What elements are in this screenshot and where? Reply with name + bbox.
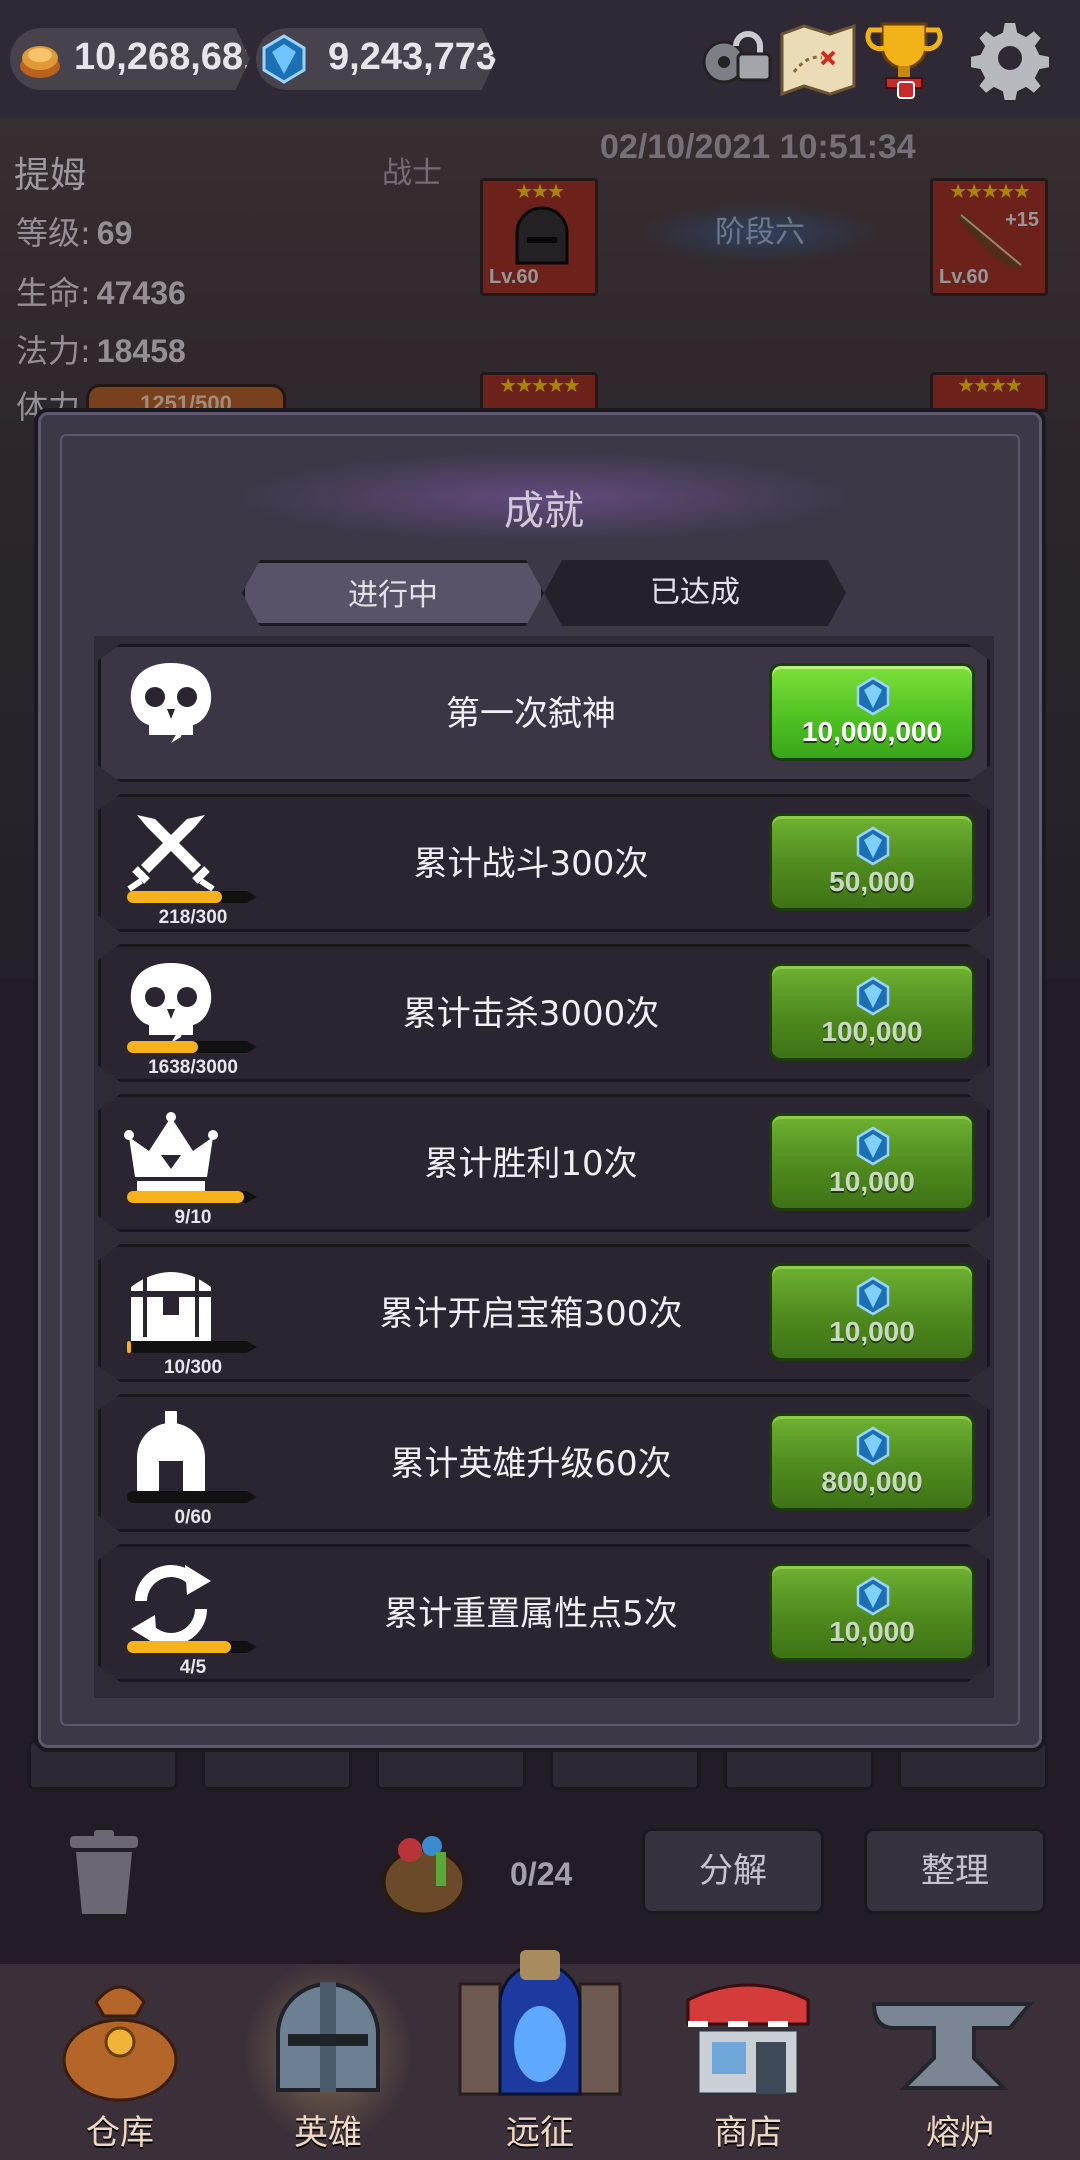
progress-fill xyxy=(127,1641,231,1653)
achievement-label: 累计开启宝箱300次 xyxy=(379,1294,683,1334)
achievement-label: 累计英雄升级60次 xyxy=(390,1444,672,1484)
nav-expedition-label: 远征 xyxy=(506,2113,574,2153)
progress-bar xyxy=(127,1491,257,1503)
bag-icon xyxy=(382,1836,466,1916)
progress-fill xyxy=(127,1341,132,1353)
gold-amount: 10,268,681 xyxy=(74,36,265,78)
tab-in-progress[interactable]: 进行中 xyxy=(242,560,544,626)
progress-text: 10/300 xyxy=(163,1357,223,1378)
skull-icon xyxy=(130,663,212,743)
bottom-nav: 仓库 英雄 远征 商店 熔炉 xyxy=(0,1950,1080,2160)
gold-icon xyxy=(20,46,60,78)
progress-bar xyxy=(127,1041,257,1053)
reward-amount: 10,000 xyxy=(829,1316,915,1347)
nav-warehouse-label: 仓库 xyxy=(86,2113,154,2153)
top-bar: 10,268,681 9,243,773 xyxy=(0,0,1080,118)
progress-text: 4/5 xyxy=(179,1657,207,1678)
progress-text: 0/60 xyxy=(174,1507,212,1528)
gem-icon xyxy=(856,1276,890,1316)
achievement-row: 1638/3000 累计击杀3000次 100,000 xyxy=(98,944,990,1082)
progress-fill xyxy=(127,1191,244,1203)
progress-bar xyxy=(127,1341,257,1353)
progress-fill xyxy=(127,891,222,903)
refresh-icon xyxy=(131,1565,211,1645)
gem-icon xyxy=(856,826,890,866)
inventory-count: 0/24 xyxy=(510,1856,573,1892)
achievement-list[interactable]: 第一次弑神 10,000,000 218/300 累计战斗300次 50,000 1638… xyxy=(94,636,994,1698)
skull-icon xyxy=(130,963,212,1043)
gem-icon xyxy=(856,1126,890,1166)
decompose-button[interactable]: 分解 xyxy=(642,1828,824,1914)
progress-text: 218/300 xyxy=(158,907,228,928)
achievement-label: 累计击杀3000次 xyxy=(402,994,660,1034)
reward-button[interactable]: 100,000 xyxy=(769,963,975,1061)
reward-button[interactable]: 10,000 xyxy=(769,1263,975,1361)
nav-expedition[interactable]: 远征 xyxy=(440,1950,640,2160)
reward-button[interactable]: 10,000 xyxy=(769,1113,975,1211)
portal-icon xyxy=(458,1950,622,2096)
reward-amount: 50,000 xyxy=(829,866,915,897)
sack-icon xyxy=(62,1985,178,2102)
achievement-row: 第一次弑神 10,000,000 xyxy=(98,644,990,782)
gem-icon xyxy=(856,1426,890,1466)
lock-icon[interactable] xyxy=(692,16,776,100)
reward-amount: 800,000 xyxy=(821,1466,923,1497)
crown-icon xyxy=(124,1112,218,1191)
sort-button[interactable]: 整理 xyxy=(864,1828,1046,1914)
reward-amount: 10,000,000 xyxy=(801,716,943,747)
achievement-modal: 成就 进行中 已达成 第一次弑神 10,000,000 218/300 累计战斗300… xyxy=(34,408,1046,1752)
progress-text: 1638/3000 xyxy=(148,1057,238,1078)
progress-fill xyxy=(127,1041,198,1053)
reward-amount: 10,000 xyxy=(829,1616,915,1647)
nav-shop-label: 商店 xyxy=(714,2113,782,2153)
anvil-icon xyxy=(871,2002,1035,2090)
gold-counter: 10,268,681 xyxy=(10,28,250,90)
shop-icon xyxy=(686,1983,810,2096)
achievement-label: 累计胜利10次 xyxy=(424,1144,638,1184)
achievement-row: 0/60 累计英雄升级60次 800,000 xyxy=(98,1394,990,1532)
nav-hero[interactable]: 英雄 xyxy=(228,1964,428,2160)
progress-bar xyxy=(127,1641,257,1653)
achievement-label: 累计战斗300次 xyxy=(413,844,649,884)
reward-amount: 100,000 xyxy=(821,1016,923,1047)
gem-icon xyxy=(856,976,890,1016)
achievement-label: 第一次弑神 xyxy=(446,694,616,734)
chest-icon xyxy=(131,1272,211,1341)
nav-hero-label: 英雄 xyxy=(294,2113,362,2153)
reward-button[interactable]: 10,000,000 xyxy=(769,663,975,761)
reward-button[interactable]: 10,000 xyxy=(769,1563,975,1661)
reward-button[interactable]: 50,000 xyxy=(769,813,975,911)
progress-text: 9/10 xyxy=(174,1207,212,1228)
modal-title: 成就 xyxy=(504,488,584,534)
achievement-row: 10/300 累计开启宝箱300次 10,000 xyxy=(98,1244,990,1382)
nav-forge-label: 熔炉 xyxy=(926,2113,994,2153)
reward-amount: 10,000 xyxy=(829,1166,915,1197)
tab-completed[interactable]: 已达成 xyxy=(544,560,846,626)
trophy-icon[interactable] xyxy=(862,16,946,100)
achievement-label: 累计重置属性点5次 xyxy=(384,1594,678,1634)
trash-icon[interactable] xyxy=(64,1830,144,1918)
gem-counter: 9,243,773 xyxy=(256,28,496,90)
progress-bar xyxy=(127,891,257,903)
map-icon[interactable] xyxy=(776,16,860,100)
achievement-row: 9/10 累计胜利10次 10,000 xyxy=(98,1094,990,1232)
crossed-swords-icon xyxy=(127,815,215,892)
gear-icon[interactable] xyxy=(968,16,1052,100)
nav-shop[interactable]: 商店 xyxy=(648,1964,848,2160)
gem-icon xyxy=(856,1576,890,1616)
gem-icon xyxy=(262,34,306,84)
achievement-row: 4/5 累计重置属性点5次 10,000 xyxy=(98,1544,990,1682)
gem-amount: 9,243,773 xyxy=(328,36,498,78)
nav-warehouse[interactable]: 仓库 xyxy=(20,1964,220,2160)
progress-bar xyxy=(127,1191,257,1203)
achievement-row: 218/300 累计战斗300次 50,000 xyxy=(98,794,990,932)
helmet-icon xyxy=(137,1411,205,1491)
gem-icon xyxy=(856,676,890,716)
reward-button[interactable]: 800,000 xyxy=(769,1413,975,1511)
helmet-icon xyxy=(276,1982,380,2092)
nav-forge[interactable]: 熔炉 xyxy=(860,1964,1060,2160)
